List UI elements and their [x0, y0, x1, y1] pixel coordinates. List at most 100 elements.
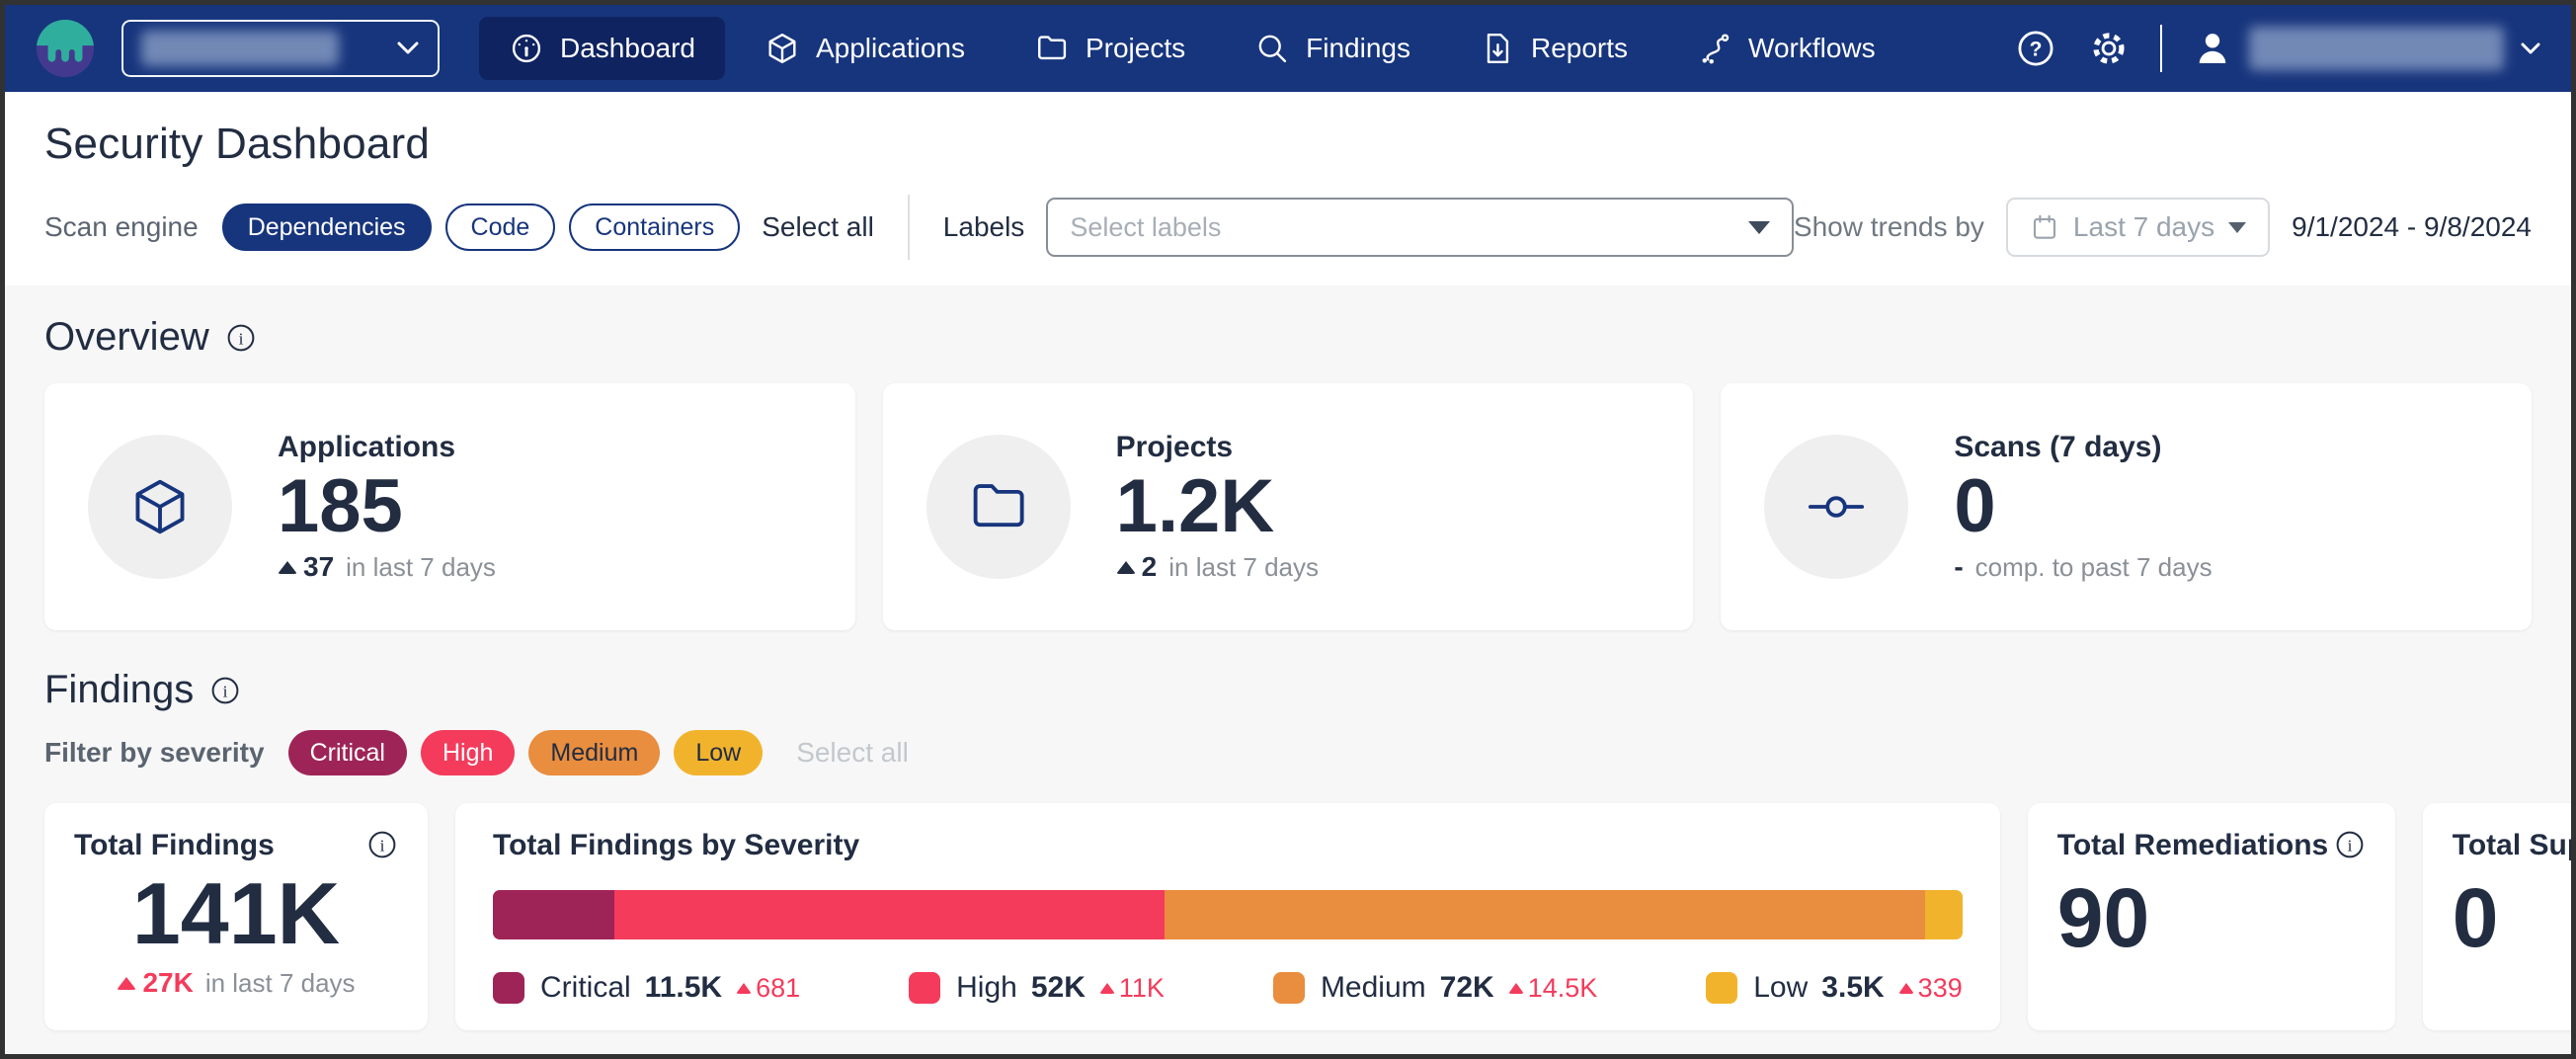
info-icon[interactable]: i: [209, 675, 241, 706]
organization-name-redacted: [141, 31, 339, 66]
delta-suffix: in last 7 days: [1168, 552, 1319, 583]
total-findings-card: Total Findings i 141K 27K in last 7 days: [44, 803, 428, 1030]
card-value: 0: [2453, 876, 2571, 959]
card-delta: 37 in last 7 days: [278, 551, 496, 583]
nav-item-dashboard[interactable]: Dashboard: [479, 17, 725, 80]
filter-divider: [908, 195, 910, 260]
nav-item-label: Projects: [1086, 33, 1185, 64]
findings-title: Findings: [44, 668, 194, 712]
nav-item-reports[interactable]: Reports: [1450, 17, 1657, 80]
applications-card: Applications 185 37 in last 7 days: [44, 383, 855, 630]
user-avatar-icon: [2192, 28, 2233, 69]
search-icon: [1254, 31, 1290, 66]
scan-commit-icon: [1804, 474, 1869, 539]
card-title: Applications: [278, 431, 496, 464]
card-value: 90: [2057, 876, 2366, 959]
nav-item-projects[interactable]: Projects: [1005, 17, 1215, 80]
chip-code[interactable]: Code: [445, 204, 556, 251]
info-icon[interactable]: i: [366, 829, 398, 860]
topnav-right: ?: [2014, 25, 2541, 72]
filter-bar: Scan engine Dependencies Code Containers…: [44, 195, 2532, 260]
card-title: Projects: [1116, 431, 1319, 464]
info-icon[interactable]: i: [225, 322, 257, 354]
chip-dependencies[interactable]: Dependencies: [222, 204, 432, 251]
chip-high[interactable]: High: [421, 730, 515, 775]
workflow-icon: [1697, 31, 1732, 66]
card-value: 1.2K: [1116, 466, 1319, 547]
nav-item-workflows[interactable]: Workflows: [1667, 17, 1905, 80]
labels-select[interactable]: Select labels: [1046, 198, 1794, 257]
findings-cards: Total Findings i 141K 27K in last 7 days…: [44, 803, 2532, 1030]
severity-select-all[interactable]: Select all: [796, 737, 909, 769]
bar-segment-low[interactable]: [1925, 890, 1962, 939]
legend-value: 11.5K: [645, 971, 722, 1005]
svg-text:i: i: [223, 682, 228, 700]
svg-text:?: ?: [2030, 39, 2043, 61]
labels-placeholder: Select labels: [1070, 212, 1221, 243]
nav-item-findings[interactable]: Findings: [1225, 17, 1440, 80]
chip-containers[interactable]: Containers: [569, 204, 740, 251]
nav-item-applications[interactable]: Applications: [735, 17, 995, 80]
legend-name: High: [956, 971, 1017, 1005]
chip-critical[interactable]: Critical: [288, 730, 407, 775]
delta-up-icon: [1508, 983, 1524, 994]
legend-item-high: High 52K 11K: [909, 971, 1165, 1005]
scans-card: Scans (7 days) 0 - comp. to past 7 days: [1721, 383, 2532, 630]
legend-swatch: [1706, 972, 1737, 1004]
legend-delta-value: 339: [1918, 973, 1963, 1004]
legend-swatch: [909, 972, 940, 1004]
delta-up-icon: [1116, 561, 1136, 574]
report-icon: [1480, 31, 1515, 66]
severity-filter-label: Filter by severity: [44, 737, 265, 769]
nav-item-label: Reports: [1531, 33, 1628, 64]
date-range: 9/1/2024 - 9/8/2024: [2292, 211, 2532, 243]
total-suppressions-card: Total Suppressions i 0: [2423, 803, 2571, 1030]
chevron-down-icon: [2520, 41, 2541, 55]
user-name-redacted: [2249, 27, 2504, 70]
caret-down-icon: [2228, 222, 2246, 233]
card-value: 185: [278, 466, 496, 547]
card-delta: 27K in last 7 days: [74, 967, 398, 999]
svg-text:i: i: [238, 329, 243, 348]
info-icon[interactable]: i: [2334, 829, 2366, 860]
legend-delta-value: 11K: [1119, 973, 1165, 1004]
mend-logo-icon: [35, 18, 96, 79]
cube-icon: [127, 474, 193, 539]
scan-engine-select-all[interactable]: Select all: [762, 211, 874, 243]
delta-value: 37: [303, 551, 334, 583]
legend-delta-value: 681: [756, 973, 800, 1004]
delta-up-icon: [117, 977, 136, 990]
bar-segment-high[interactable]: [614, 890, 1165, 939]
folder-icon: [1034, 31, 1070, 66]
user-menu[interactable]: [2192, 27, 2541, 70]
card-title: Total Suppressions: [2453, 829, 2571, 862]
organization-selector[interactable]: [121, 20, 440, 77]
legend-item-low: Low 3.5K 339: [1706, 971, 1962, 1005]
legend-item-critical: Critical 11.5K 681: [493, 971, 800, 1005]
card-icon-circle: [88, 435, 232, 579]
overview-title: Overview: [44, 315, 209, 360]
chip-label: Low: [695, 739, 741, 768]
bar-segment-medium[interactable]: [1165, 890, 1926, 939]
chip-label: Dependencies: [248, 213, 406, 242]
severity-filter-row: Filter by severity Critical High Medium …: [44, 730, 2532, 775]
folder-icon: [966, 474, 1031, 539]
help-button[interactable]: ?: [2014, 27, 2057, 70]
chip-low[interactable]: Low: [674, 730, 763, 775]
legend-value: 52K: [1031, 971, 1086, 1005]
nav-item-label: Dashboard: [560, 33, 695, 64]
trends-range-button[interactable]: Last 7 days: [2006, 198, 2270, 257]
severity-legend: Critical 11.5K 681 High 52K 11K Medium 7…: [493, 971, 1963, 1005]
legend-item-medium: Medium 72K 14.5K: [1273, 971, 1597, 1005]
settings-button[interactable]: [2087, 27, 2131, 70]
card-delta: 2 in last 7 days: [1116, 551, 1319, 583]
chip-medium[interactable]: Medium: [528, 730, 660, 775]
delta-suffix: comp. to past 7 days: [1975, 552, 2213, 583]
delta-up-icon: [278, 561, 297, 574]
bar-segment-critical[interactable]: [493, 890, 614, 939]
chip-label: High: [443, 739, 493, 768]
findings-section-header: Findings i: [44, 668, 2532, 712]
scan-engine-label: Scan engine: [44, 211, 199, 243]
card-icon-circle: [1764, 435, 1908, 579]
legend-name: Medium: [1321, 971, 1426, 1005]
